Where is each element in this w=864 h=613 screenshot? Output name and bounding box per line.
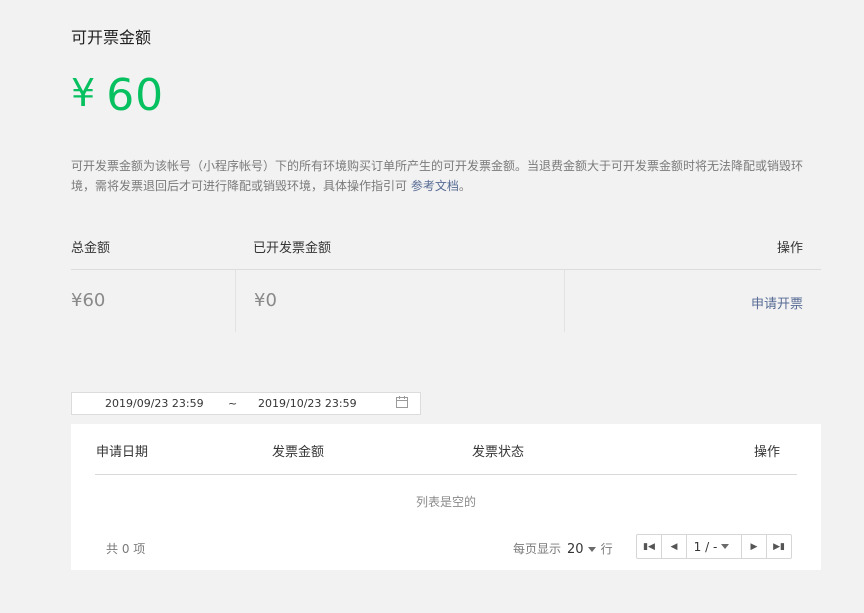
rows-label: 行 xyxy=(600,542,613,556)
first-page-icon: ▮◀ xyxy=(643,541,655,552)
divider xyxy=(235,270,236,332)
total-amount-value: ¥60 xyxy=(71,290,106,311)
total-amount-header: 总金额 xyxy=(71,241,111,256)
apply-invoice-link[interactable]: 申请开票 xyxy=(751,293,803,312)
empty-list-message: 列表是空的 xyxy=(415,495,476,509)
pagination: ▮◀ ◀ 1 / - ▶ ▶▮ xyxy=(636,534,792,559)
last-page-button[interactable]: ▶▮ xyxy=(767,535,791,558)
invoiced-amount-header: 已开发票金额 xyxy=(253,241,332,256)
per-page-label: 每页显示 xyxy=(513,542,562,556)
invoice-amount: ¥60 xyxy=(71,70,164,121)
summary-header: 总金额 已开发票金额 操作 xyxy=(71,230,821,270)
page-title: 可开票金额 xyxy=(71,28,152,47)
first-page-button[interactable]: ▮◀ xyxy=(637,535,662,558)
list-header: 申请日期 发票金额 发票状态 操作 xyxy=(95,424,797,475)
description-end: 。 xyxy=(458,179,471,193)
description: 可开发票金额为该帐号（小程序帐号）下的所有环境购买订单所产生的可开发票金额。当退… xyxy=(71,156,821,196)
invoice-status-header: 发票状态 xyxy=(472,445,525,460)
range-separator: ~ xyxy=(228,397,238,410)
page-size-select[interactable]: 20 xyxy=(567,542,584,557)
next-page-button[interactable]: ▶ xyxy=(742,535,767,558)
list-action-header: 操作 xyxy=(753,445,780,460)
end-date: 2019/10/23 23:59 xyxy=(258,397,357,410)
page-size-control: 每页显示 20 行 xyxy=(513,540,613,557)
action-header: 操作 xyxy=(776,241,803,256)
apply-date-header: 申请日期 xyxy=(96,445,149,460)
chevron-down-icon[interactable] xyxy=(587,546,596,552)
reference-doc-link[interactable]: 参考文档 xyxy=(411,179,459,193)
invoiced-amount-value: ¥0 xyxy=(254,290,277,311)
start-date: 2019/09/23 23:59 xyxy=(105,397,204,410)
page-select[interactable]: 1 / - xyxy=(687,535,742,558)
invoice-list: 申请日期 发票金额 发票状态 操作 列表是空的 共 0 项 每页显示 20 行 ▮◀… xyxy=(71,424,821,570)
next-page-icon: ▶ xyxy=(750,541,758,552)
summary-table: 总金额 已开发票金额 操作 ¥60 ¥0 申请开票 xyxy=(71,230,821,332)
currency-symbol: ¥ xyxy=(71,71,97,115)
chevron-down-icon xyxy=(721,543,730,549)
date-range-picker[interactable]: 2019/09/23 23:59 ~ 2019/10/23 23:59 xyxy=(71,392,421,415)
invoice-amount-header: 发票金额 xyxy=(272,445,325,460)
amount-value: 60 xyxy=(106,70,165,121)
divider xyxy=(564,270,565,332)
calendar-icon[interactable] xyxy=(396,396,408,408)
total-count: 共 0 项 xyxy=(106,542,146,556)
page-indicator: 1 / - xyxy=(693,539,718,554)
prev-page-button[interactable]: ◀ xyxy=(662,535,687,558)
prev-page-icon: ◀ xyxy=(670,541,678,552)
summary-row: ¥60 ¥0 申请开票 xyxy=(71,270,821,332)
last-page-icon: ▶▮ xyxy=(773,541,785,552)
